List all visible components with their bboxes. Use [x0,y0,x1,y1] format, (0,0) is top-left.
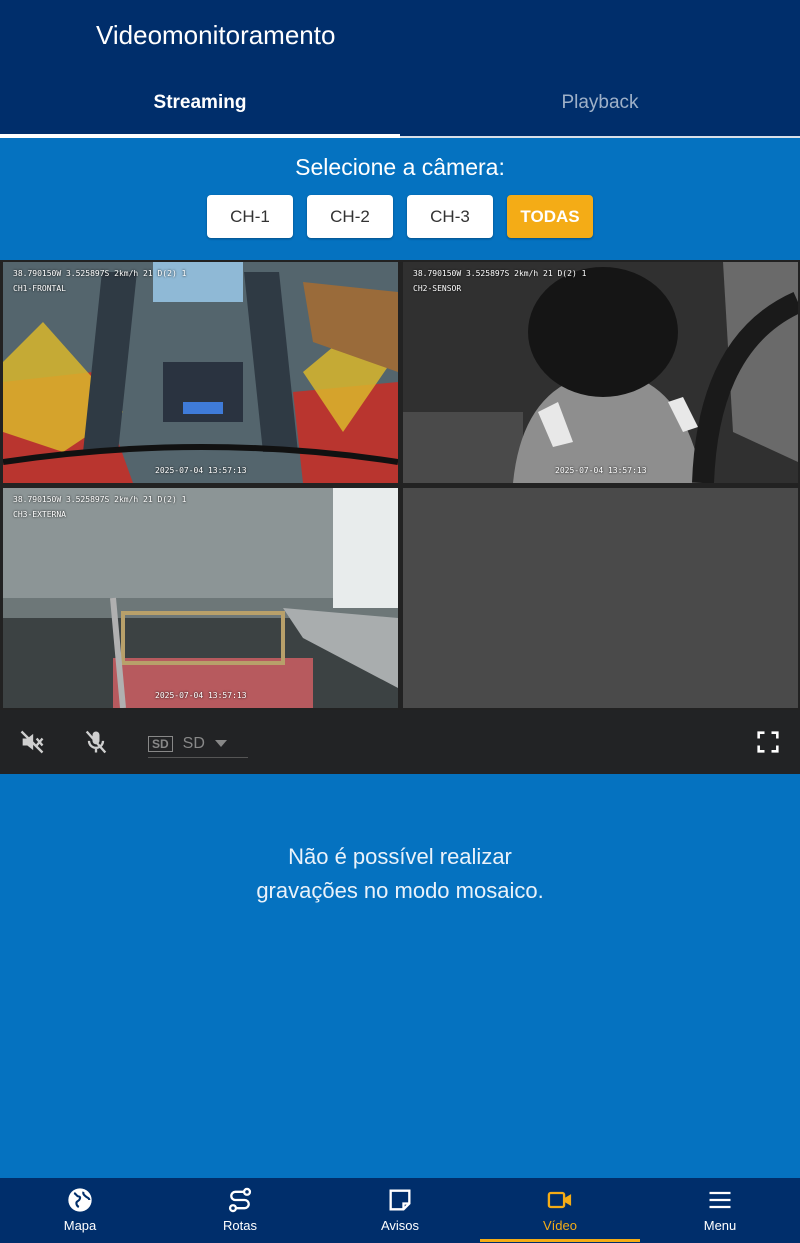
camera-feed-ch3-image [3,488,398,708]
microphone-muted-icon[interactable] [82,728,110,756]
camera-ch3-name: CH3-EXTERNA [13,510,66,519]
camera-feed-empty [403,488,798,708]
nav-label-mapa: Mapa [63,1218,97,1233]
camera-ch2-coords: 38.790150W 3.525897S 2km/h 21 D(2) 1 [413,269,587,278]
page-title: Videomonitoramento [96,20,336,50]
mosaic-notice: Não é possível realizar gravações no mod… [0,840,800,908]
quality-select[interactable]: SD SD [148,730,248,758]
nav-label-avisos: Avisos [380,1218,420,1233]
app-header: Videomonitoramento Streaming Playback [0,0,800,138]
nav-label-rotas: Rotas [223,1218,257,1233]
menu-icon [709,1191,731,1209]
camera-feed-ch1-image [3,262,398,483]
camera-feed-ch2-image [403,262,798,483]
video-controls: SD SD [0,710,800,774]
camera-feed-ch3[interactable]: 38.790150W 3.525897S 2km/h 21 D(2) 1 CH3… [3,488,398,708]
nav-item-mapa[interactable]: Mapa [0,1178,160,1243]
nav-label-menu: Menu [703,1218,737,1233]
bottom-nav: Mapa Rotas Avisos Vídeo Menu [0,1178,800,1243]
tab-bar: Streaming Playback [0,78,800,138]
video-camera-icon [547,1191,572,1209]
dropdown-arrow-icon [214,735,227,753]
mosaic-notice-line1: Não é possível realizar [288,844,512,869]
tab-playback[interactable]: Playback [400,78,800,138]
camera-feed-ch1[interactable]: 38.790150W 3.525897S 2km/h 21 D(2) 1 CH1… [3,262,398,483]
nav-item-avisos[interactable]: Avisos [320,1178,480,1243]
route-icon [228,1187,252,1213]
video-mosaic: 38.790150W 3.525897S 2km/h 21 D(2) 1 CH1… [0,260,800,710]
channel-button-ch1[interactable]: CH-1 [207,195,293,238]
camera-selector-title: Selecione a câmera: [295,154,505,180]
camera-ch2-name: CH2-SENSOR [413,284,462,293]
fullscreen-icon[interactable] [754,728,782,756]
notice-icon [389,1189,411,1211]
globe-icon [68,1188,92,1212]
speaker-muted-icon[interactable] [18,728,46,756]
camera-selector: Selecione a câmera: CH-1 CH-2 CH-3 TODAS [0,138,800,260]
camera-ch1-name: CH1-FRONTAL [13,284,66,293]
quality-value: SD [182,734,205,752]
nav-item-menu[interactable]: Menu [640,1178,800,1243]
sd-badge: SD [148,735,173,752]
nav-item-rotas[interactable]: Rotas [160,1178,320,1243]
camera-ch1-coords: 38.790150W 3.525897S 2km/h 21 D(2) 1 [13,269,187,278]
camera-ch3-timestamp: 2025-07-04 13:57:13 [155,691,247,700]
channel-button-all[interactable]: TODAS [507,195,593,238]
camera-ch2-timestamp: 2025-07-04 13:57:13 [555,466,647,475]
camera-ch1-timestamp: 2025-07-04 13:57:13 [155,466,247,475]
nav-label-video: Vídeo [543,1218,577,1233]
camera-feed-ch2[interactable]: 38.790150W 3.525897S 2km/h 21 D(2) 1 CH2… [403,262,798,483]
mosaic-notice-line2: gravações no modo mosaico. [256,878,544,903]
nav-item-video[interactable]: Vídeo [480,1178,640,1243]
channel-button-ch3[interactable]: CH-3 [407,195,493,238]
channel-button-ch2[interactable]: CH-2 [307,195,393,238]
camera-ch3-coords: 38.790150W 3.525897S 2km/h 21 D(2) 1 [13,495,187,504]
channel-buttons: CH-1 CH-2 CH-3 TODAS [0,195,800,238]
tab-streaming[interactable]: Streaming [0,78,400,138]
